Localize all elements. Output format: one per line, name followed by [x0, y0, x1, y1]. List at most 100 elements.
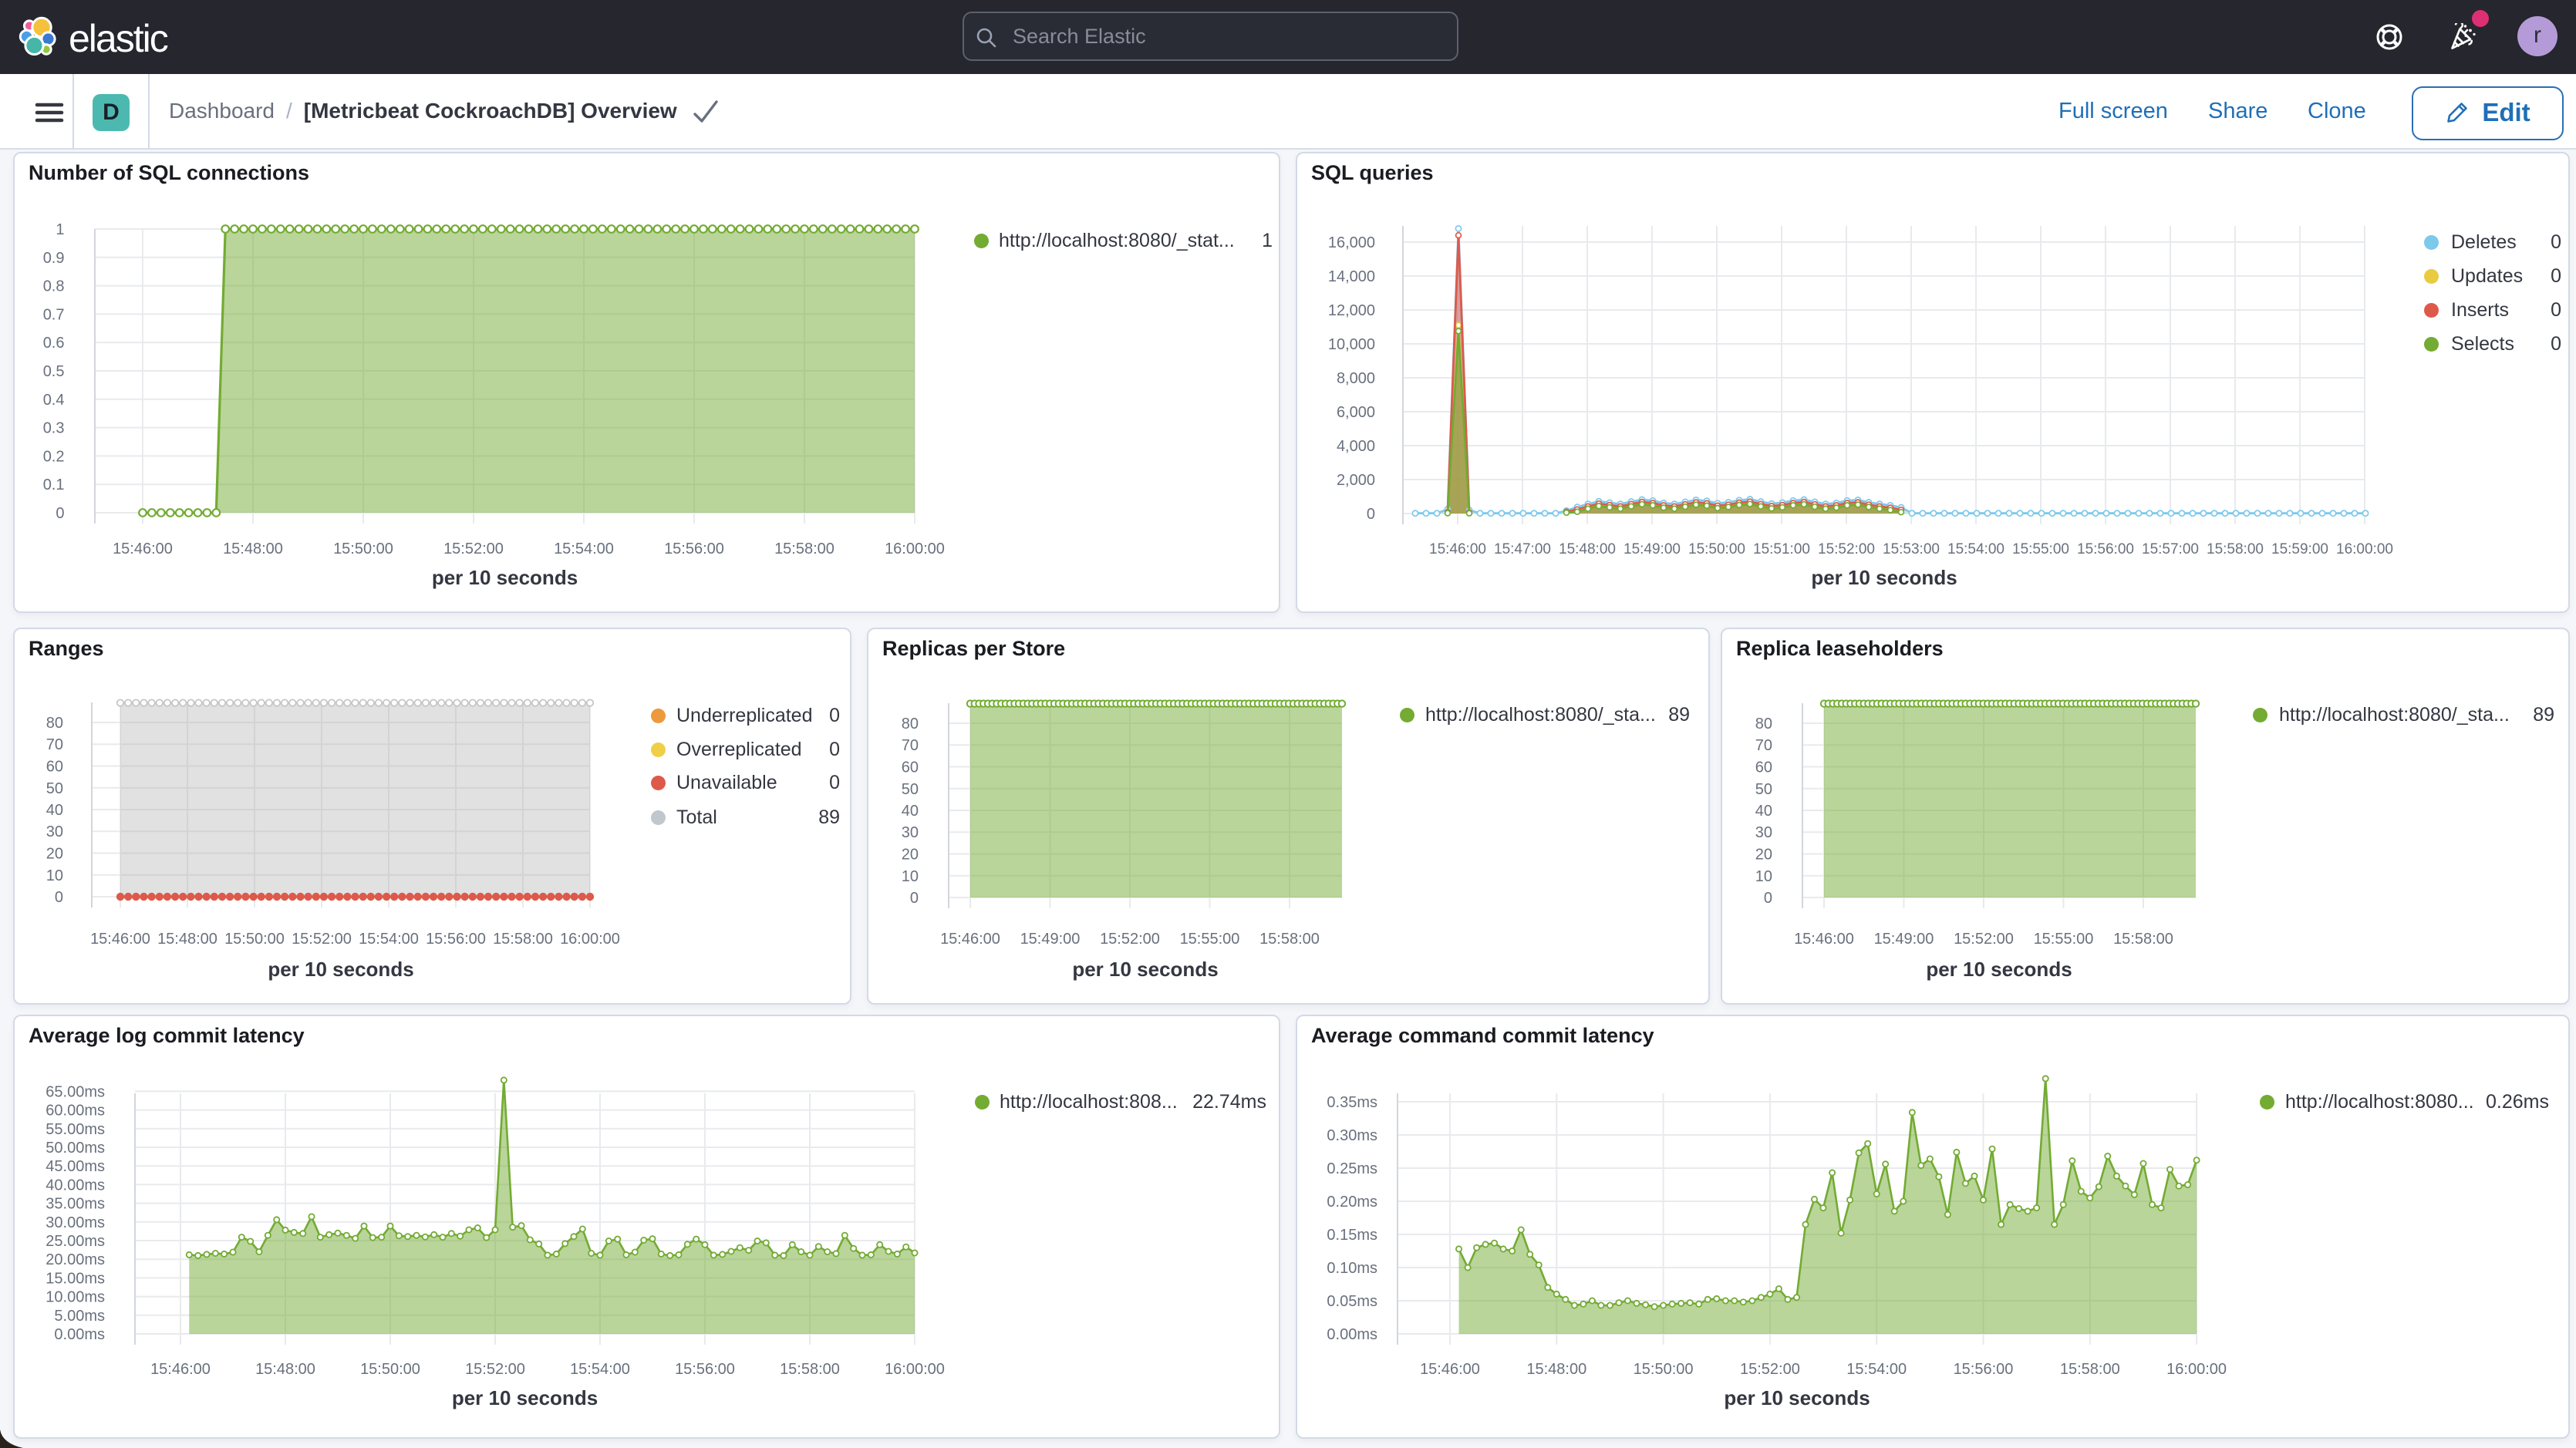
svg-text:15:48:00: 15:48:00 — [223, 540, 283, 557]
svg-text:15:47:00: 15:47:00 — [1494, 541, 1551, 557]
svg-text:15:56:00: 15:56:00 — [426, 931, 486, 948]
svg-text:15:55:00: 15:55:00 — [2012, 541, 2069, 557]
svg-text:per 10 seconds: per 10 seconds — [1926, 958, 2072, 981]
svg-text:15:52:00: 15:52:00 — [1100, 931, 1160, 948]
svg-text:0.30ms: 0.30ms — [1327, 1127, 1377, 1144]
svg-text:0.10ms: 0.10ms — [1327, 1260, 1377, 1277]
svg-text:35.00ms: 35.00ms — [46, 1196, 105, 1213]
svg-text:5.00ms: 5.00ms — [54, 1308, 105, 1325]
svg-text:50.00ms: 50.00ms — [46, 1140, 105, 1157]
svg-text:15:56:00: 15:56:00 — [2077, 541, 2134, 557]
svg-text:15:52:00: 15:52:00 — [1818, 541, 1875, 557]
svg-text:20: 20 — [1755, 847, 1772, 864]
svg-text:15:52:00: 15:52:00 — [443, 540, 504, 557]
svg-text:15:54:00: 15:54:00 — [359, 931, 419, 948]
svg-text:15:48:00: 15:48:00 — [157, 931, 217, 948]
svg-text:16:00:00: 16:00:00 — [560, 931, 620, 948]
svg-text:0.15ms: 0.15ms — [1327, 1227, 1377, 1244]
svg-text:15:58:00: 15:58:00 — [780, 1361, 840, 1378]
svg-text:15:58:00: 15:58:00 — [2207, 541, 2264, 557]
svg-text:50: 50 — [902, 781, 919, 798]
svg-text:60: 60 — [902, 759, 919, 776]
svg-text:16:00:00: 16:00:00 — [885, 540, 945, 557]
svg-text:40.00ms: 40.00ms — [46, 1177, 105, 1194]
svg-text:0.8: 0.8 — [43, 278, 65, 295]
svg-text:15:48:00: 15:48:00 — [255, 1361, 315, 1378]
svg-text:10: 10 — [902, 868, 919, 885]
svg-text:0: 0 — [55, 889, 63, 906]
svg-text:15:57:00: 15:57:00 — [2142, 541, 2199, 557]
svg-text:per 10 seconds: per 10 seconds — [1811, 566, 1957, 589]
svg-text:0.4: 0.4 — [43, 392, 65, 409]
svg-text:15:52:00: 15:52:00 — [292, 931, 352, 948]
svg-text:10: 10 — [1755, 868, 1772, 885]
svg-text:20: 20 — [902, 847, 919, 864]
svg-text:15:58:00: 15:58:00 — [774, 540, 835, 557]
svg-text:20: 20 — [46, 846, 63, 863]
svg-text:per 10 seconds: per 10 seconds — [268, 958, 413, 981]
svg-text:15:58:00: 15:58:00 — [2060, 1361, 2120, 1378]
svg-text:0: 0 — [910, 890, 919, 907]
svg-text:0.20ms: 0.20ms — [1327, 1194, 1377, 1211]
svg-text:15:54:00: 15:54:00 — [1947, 541, 2004, 557]
svg-text:15:46:00: 15:46:00 — [90, 931, 150, 948]
svg-text:0.2: 0.2 — [43, 448, 65, 465]
svg-text:15:46:00: 15:46:00 — [940, 931, 1000, 948]
svg-text:15:51:00: 15:51:00 — [1753, 541, 1810, 557]
svg-text:0.1: 0.1 — [43, 476, 65, 493]
svg-text:15:46:00: 15:46:00 — [113, 540, 173, 557]
svg-text:15:50:00: 15:50:00 — [1688, 541, 1745, 557]
svg-text:15:48:00: 15:48:00 — [1559, 541, 1616, 557]
svg-text:6,000: 6,000 — [1337, 404, 1375, 421]
svg-text:15:46:00: 15:46:00 — [150, 1361, 211, 1378]
svg-text:15:48:00: 15:48:00 — [1526, 1361, 1586, 1378]
svg-text:15:58:00: 15:58:00 — [493, 931, 553, 948]
svg-text:50: 50 — [1755, 781, 1772, 798]
svg-text:15:50:00: 15:50:00 — [333, 540, 393, 557]
svg-text:per 10 seconds: per 10 seconds — [452, 1386, 598, 1409]
svg-text:60: 60 — [1755, 759, 1772, 776]
svg-text:15:52:00: 15:52:00 — [1954, 931, 2014, 948]
svg-text:30.00ms: 30.00ms — [46, 1214, 105, 1231]
svg-text:0.5: 0.5 — [43, 363, 65, 380]
svg-text:15:56:00: 15:56:00 — [1954, 1361, 2014, 1378]
svg-text:15:55:00: 15:55:00 — [2034, 931, 2094, 948]
svg-text:15.00ms: 15.00ms — [46, 1270, 105, 1287]
svg-text:15:46:00: 15:46:00 — [1794, 931, 1854, 948]
svg-text:4,000: 4,000 — [1337, 438, 1375, 455]
svg-text:0.05ms: 0.05ms — [1327, 1293, 1377, 1310]
svg-text:15:54:00: 15:54:00 — [554, 540, 614, 557]
svg-text:15:49:00: 15:49:00 — [1020, 931, 1081, 948]
svg-text:15:58:00: 15:58:00 — [1259, 931, 1320, 948]
svg-text:25.00ms: 25.00ms — [46, 1233, 105, 1250]
svg-text:15:49:00: 15:49:00 — [1623, 541, 1681, 557]
svg-text:2,000: 2,000 — [1337, 472, 1375, 489]
svg-text:15:54:00: 15:54:00 — [1846, 1361, 1907, 1378]
svg-text:0.7: 0.7 — [43, 306, 65, 323]
svg-text:0: 0 — [1764, 890, 1772, 907]
svg-text:0: 0 — [1367, 506, 1375, 523]
svg-text:70: 70 — [1755, 737, 1772, 754]
svg-text:15:55:00: 15:55:00 — [1180, 931, 1240, 948]
svg-text:45.00ms: 45.00ms — [46, 1158, 105, 1175]
svg-text:per 10 seconds: per 10 seconds — [1724, 1386, 1870, 1409]
svg-text:10: 10 — [46, 867, 63, 884]
svg-text:0.3: 0.3 — [43, 420, 65, 437]
svg-text:15:50:00: 15:50:00 — [1634, 1361, 1694, 1378]
svg-text:15:54:00: 15:54:00 — [570, 1361, 630, 1378]
svg-text:15:52:00: 15:52:00 — [465, 1361, 525, 1378]
svg-text:15:46:00: 15:46:00 — [1429, 541, 1486, 557]
svg-text:15:50:00: 15:50:00 — [224, 931, 285, 948]
svg-text:15:56:00: 15:56:00 — [675, 1361, 735, 1378]
svg-text:0.00ms: 0.00ms — [54, 1326, 105, 1343]
svg-text:40: 40 — [1755, 803, 1772, 820]
svg-text:15:46:00: 15:46:00 — [1420, 1361, 1480, 1378]
svg-text:15:50:00: 15:50:00 — [360, 1361, 420, 1378]
svg-text:20.00ms: 20.00ms — [46, 1251, 105, 1268]
svg-text:70: 70 — [902, 737, 919, 754]
svg-text:15:56:00: 15:56:00 — [664, 540, 724, 557]
svg-text:15:52:00: 15:52:00 — [1740, 1361, 1800, 1378]
svg-text:10.00ms: 10.00ms — [46, 1289, 105, 1306]
svg-text:55.00ms: 55.00ms — [46, 1121, 105, 1138]
svg-text:0.00ms: 0.00ms — [1327, 1326, 1377, 1343]
